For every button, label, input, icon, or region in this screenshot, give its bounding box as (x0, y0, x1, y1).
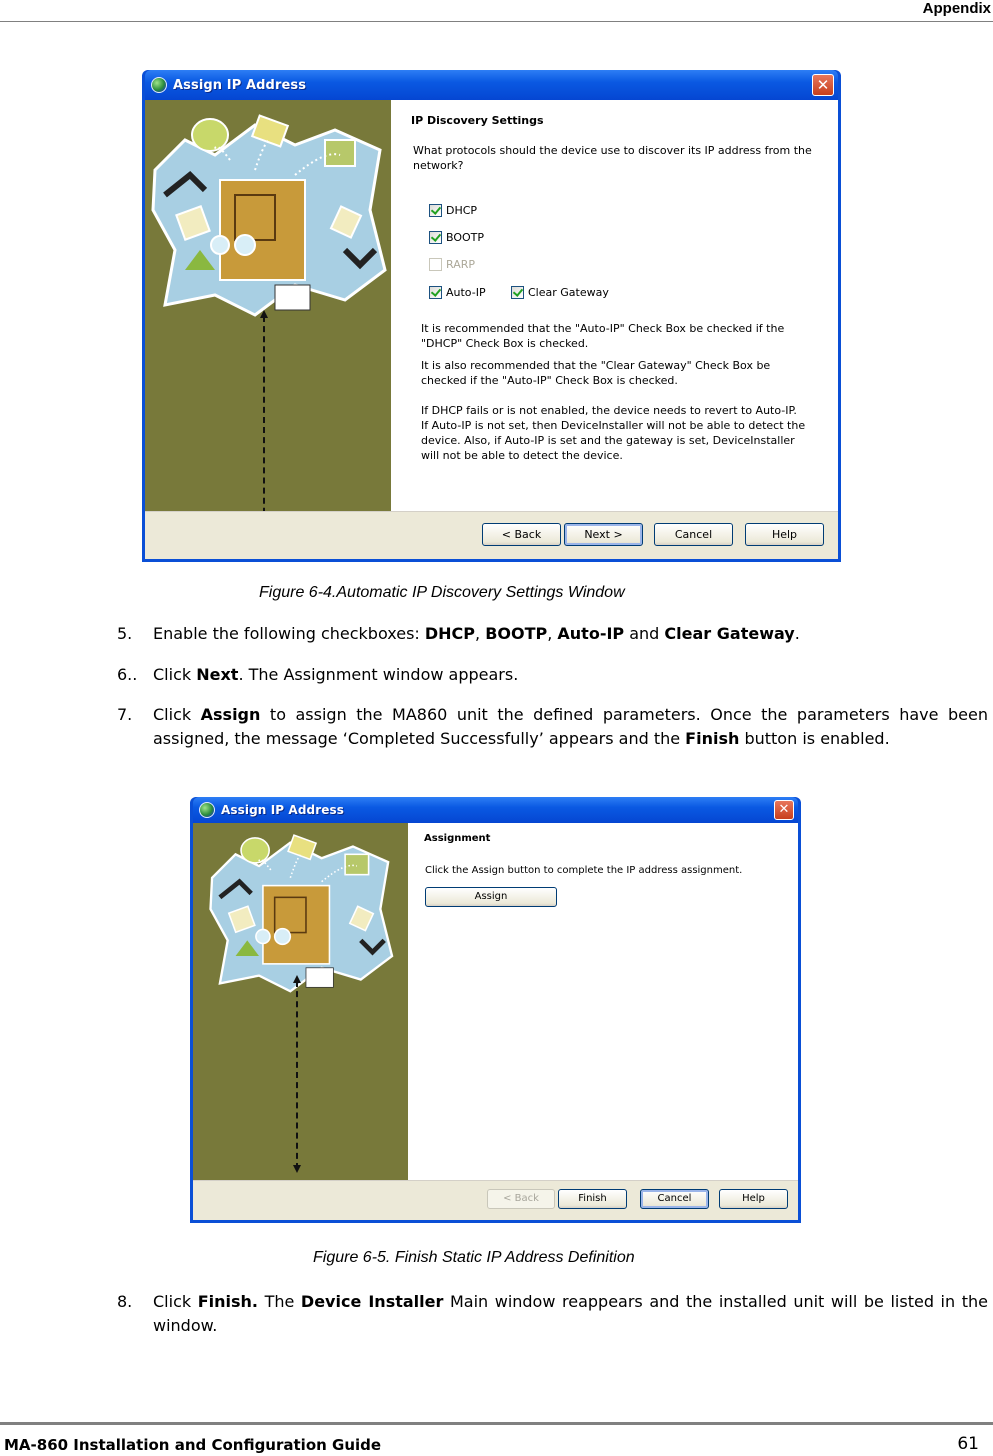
step-text: Click Assign to assign the MA860 unit th… (153, 703, 988, 751)
checkbox-dhcp[interactable]: DHCP (429, 204, 477, 217)
checkbox-bootp[interactable]: BOOTP (429, 231, 484, 244)
bold-term: Auto-IP (557, 624, 625, 643)
wizard-footer: < Back Finish Cancel Help (193, 1180, 798, 1220)
header-title: Appendix (922, 0, 991, 17)
bold-term: Clear Gateway (664, 624, 795, 643)
page-number: 61 (957, 1434, 979, 1454)
text-run: Click (153, 1292, 198, 1311)
text-run: . The Assignment window appears. (238, 665, 519, 684)
help-button[interactable]: Help (745, 523, 824, 546)
checkbox-label: Clear Gateway (528, 286, 609, 299)
text-run: The (257, 1292, 301, 1311)
dimension-arrow-line (263, 316, 265, 511)
checkbox-clear-gateway[interactable]: Clear Gateway (511, 286, 609, 299)
step-text: Click Next. The Assignment window appear… (153, 663, 988, 687)
note-clear-gateway: It is also recommended that the "Clear G… (421, 359, 771, 387)
checkbox-label: BOOTP (446, 231, 485, 244)
bold-term: BOOTP (485, 624, 548, 643)
window-title: Assign IP Address (173, 77, 307, 93)
window-titlebar[interactable]: Assign IP Address ✕ (145, 70, 838, 100)
checkbox-label: DHCP (446, 204, 478, 217)
wizard-content: IP Discovery Settings What protocols sho… (391, 100, 838, 511)
text-run: button is enabled. (739, 729, 890, 748)
finish-button[interactable]: Finish (558, 1189, 627, 1209)
figure-caption-6-5: Figure 6-5. Finish Static IP Address Def… (313, 1249, 635, 1266)
globe-icon (199, 802, 215, 818)
checkbox-box[interactable] (429, 204, 442, 217)
bold-term: DHCP (424, 624, 476, 643)
checkbox-label: RARP (446, 258, 475, 271)
assign-ip-window-discovery: Assign IP Address ✕ IP Discovery Setting… (142, 70, 841, 562)
wizard-illustration-panel (145, 100, 391, 511)
next-button[interactable]: Next > (564, 523, 643, 546)
assign-ip-window-assignment: Assign IP Address ✕ Assignment Click the… (190, 797, 801, 1223)
bold-term: Assign (200, 705, 261, 724)
help-button[interactable]: Help (719, 1189, 788, 1209)
bold-term: Device Installer (300, 1292, 444, 1311)
wizard-footer: < Back Next > Cancel Help (145, 511, 838, 559)
window-body: IP Discovery Settings What protocols sho… (145, 100, 838, 511)
window-body: Assignment Click the Assign button to co… (193, 823, 798, 1180)
step-7: 7. Click Assign to assign the MA860 unit… (117, 703, 988, 751)
step-6: 6.. Click Next. The Assignment window ap… (117, 663, 988, 687)
dimension-arrow-line (296, 981, 298, 1169)
close-button[interactable]: ✕ (774, 800, 794, 820)
checkbox-box[interactable] (429, 231, 442, 244)
page-footer: MA-860 Installation and Configuration Gu… (0, 1422, 993, 1456)
note-auto-ip: It is recommended that the "Auto-IP" Che… (421, 322, 785, 350)
text-run: Enable the following checkboxes: (153, 624, 425, 643)
checkbox-auto-ip[interactable]: Auto-IP (429, 286, 486, 299)
text-run: Click (153, 705, 201, 724)
window-title: Assign IP Address (221, 803, 344, 817)
wizard-content: Assignment Click the Assign button to co… (408, 823, 798, 1180)
back-button: < Back (487, 1189, 555, 1209)
step-8: 8. Click Finish. The Device Installer Ma… (117, 1290, 988, 1338)
text-run: and (624, 624, 665, 643)
wizard-illustration (151, 114, 387, 317)
assign-button[interactable]: Assign (425, 887, 557, 907)
step-number: 5. (117, 624, 133, 643)
step-text: Enable the following checkboxes: DHCP, B… (153, 622, 988, 646)
arrow-down-icon (293, 1165, 301, 1173)
bold-term: Finish (685, 729, 740, 748)
step-number: 8. (117, 1292, 133, 1311)
text-run: , (547, 624, 558, 643)
window-titlebar[interactable]: Assign IP Address ✕ (193, 797, 798, 823)
section-title: Assignment (424, 833, 491, 844)
step-number: 6.. (117, 665, 138, 684)
footer-guide-title: MA-860 Installation and Configuration Gu… (4, 1436, 382, 1454)
question-text: What protocols should the device use to … (413, 144, 812, 172)
checkbox-box[interactable] (429, 286, 442, 299)
checkbox-box[interactable] (511, 286, 524, 299)
figure-caption-6-4: Figure 6-4.Automatic IP Discovery Settin… (259, 584, 625, 601)
instruction-text: Click the Assign button to complete the … (425, 865, 743, 876)
step-5: 5. Enable the following checkboxes: DHCP… (117, 622, 988, 646)
back-button[interactable]: < Back (482, 523, 561, 546)
step-number: 7. (117, 705, 133, 724)
globe-icon (151, 77, 167, 93)
bold-term: Finish. (197, 1292, 258, 1311)
text-run: , (475, 624, 486, 643)
wizard-illustration-panel (193, 823, 408, 1180)
step-text: Click Finish. The Device Installer Main … (153, 1290, 988, 1338)
page-header: Appendix (0, 0, 993, 22)
text-run: Click (153, 665, 197, 684)
cancel-button[interactable]: Cancel (654, 523, 733, 546)
close-button[interactable]: ✕ (812, 74, 834, 96)
text-run: . (794, 624, 800, 643)
note-dhcp-fail: If DHCP fails or is not enabled, the dev… (421, 404, 806, 462)
section-title: IP Discovery Settings (411, 114, 544, 127)
checkbox-label: Auto-IP (446, 286, 486, 299)
checkbox-rarp: RARP (429, 258, 475, 271)
checkbox-box (429, 258, 442, 271)
bold-term: Next (196, 665, 239, 684)
cancel-button[interactable]: Cancel (640, 1189, 709, 1209)
